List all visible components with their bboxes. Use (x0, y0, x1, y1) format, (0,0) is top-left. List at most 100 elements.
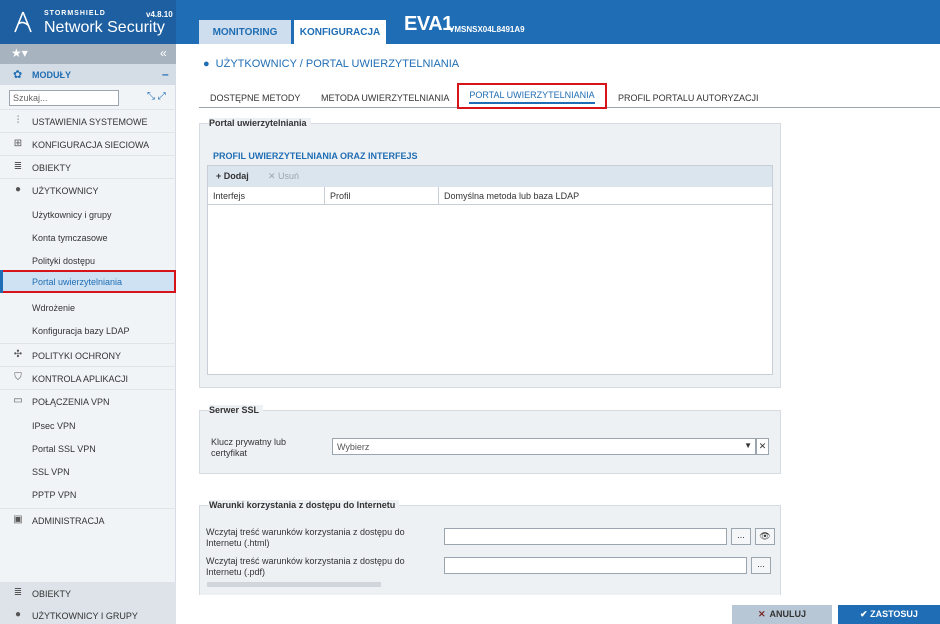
tab-portal-profile[interactable]: PROFIL PORTALU AUTORYZACJI (618, 87, 759, 108)
settings-sliders-icon: ⫶ (16, 115, 20, 126)
tab-label: PORTAL UWIERZYTELNIANIA (469, 90, 595, 104)
firewall-name: EVA1 (404, 13, 453, 35)
cancel-label: ANULUJ (769, 609, 807, 619)
sidebar-item-app-protection[interactable]: ⛉ KONTROLA APLIKACJI (0, 366, 176, 389)
sidebar-item-objects[interactable]: ≣ OBIEKTY (0, 155, 176, 178)
sidebar-sub-ssl-vpn-portal[interactable]: Portal SSL VPN (0, 437, 176, 460)
sidebar-bottom-shortcuts: ≣ OBIEKTY ● UŻYTKOWNICY I GRUPY (0, 582, 176, 624)
cancel-button[interactable]: ✕ ANULUJ (732, 605, 832, 624)
version-label: v4.8.10 (146, 10, 173, 19)
sidebar-item-security-policy[interactable]: ✣ POLITYKI OCHRONY (0, 343, 176, 366)
tab-monitoring[interactable]: MONITORING (199, 20, 291, 44)
terms-html-file-input[interactable] (444, 528, 727, 545)
browse-html-button[interactable]: ... (731, 528, 751, 545)
certificate-select[interactable]: Wybierz ▼ (332, 438, 756, 455)
remove-button[interactable]: ✕ Usuń (268, 171, 299, 182)
private-key-label: Klucz prywatny lub certyfikat (211, 437, 286, 459)
favorites-star-icon[interactable]: ★▾ (11, 46, 28, 60)
truncated-control (207, 582, 381, 587)
label-line: certyfikat (211, 448, 248, 458)
sidebar-sub-ssl-vpn[interactable]: SSL VPN (0, 460, 176, 483)
column-header[interactable]: Profil (330, 191, 351, 201)
sidebar-item-label: UŻYTKOWNICY (32, 186, 99, 196)
terms-panel-title: Warunki korzystania z dostępu do Interne… (209, 500, 400, 510)
tab-auth-method[interactable]: METODA UWIERZYTELNIANIA (321, 87, 449, 108)
page-title-text: UŻYTKOWNICY / PORTAL UWIERZYTELNIANIA (215, 58, 460, 70)
sidebar-sub-label: Polityki dostępu (32, 256, 96, 266)
modules-header[interactable]: ✿ MODUŁY – (0, 64, 176, 85)
check-icon: ✔ (860, 609, 871, 619)
sidebar-sub-label: Portal uwierzytelniania (32, 277, 123, 287)
eye-icon[interactable]: 👁 (755, 528, 775, 545)
interfaces-grid: + Dodaj ✕ Usuń Interfejs Profil Domyślna… (207, 165, 773, 375)
sidebar-sub-label: Konfiguracja bazy LDAP (32, 326, 130, 336)
close-icon: ✕ (757, 609, 766, 619)
label-line: Wczytaj treść warunków korzystania z dos… (206, 527, 405, 537)
apply-label: ZASTOSUJ (870, 609, 918, 619)
sidebar-sub-temporary-accounts[interactable]: Konta tymczasowe (0, 226, 176, 249)
vpn-icon: ▭ (13, 395, 23, 406)
sidebar-item-vpn[interactable]: ▭ POŁĄCZENIA VPN (0, 389, 176, 412)
user-icon: ● (203, 58, 210, 70)
top-bar: STORMSHIELD Network Security v4.8.10 MON… (0, 0, 940, 44)
sidebar: ★▾ « ✿ MODUŁY – ⤡ ⤢ ⫶ USTAWIENIA SYSTEMO… (0, 44, 176, 624)
shortcut-objects[interactable]: ≣ OBIEKTY (0, 582, 176, 605)
sidebar-item-system-settings[interactable]: ⫶ USTAWIENIA SYSTEMOWE (0, 109, 176, 132)
sidebar-header: ★▾ « (0, 44, 176, 64)
sidebar-sub-enrolment[interactable]: Wdrożenie (0, 296, 176, 319)
clear-button[interactable]: ✕ (756, 438, 769, 455)
column-header[interactable]: Interfejs (213, 191, 245, 201)
shortcut-label: UŻYTKOWNICY I GRUPY (32, 611, 138, 621)
grid-header: Interfejs Profil Domyślna metoda lub baz… (208, 187, 772, 205)
apply-button[interactable]: ✔ ZASTOSUJ (838, 605, 940, 624)
policy-icon: ✣ (13, 349, 23, 360)
sidebar-sub-label: Wdrożenie (32, 303, 76, 313)
minus-icon[interactable]: – (162, 67, 169, 81)
sidebar-item-label: USTAWIENIA SYSTEMOWE (32, 117, 148, 127)
firewall-serial: VMSNSX04L8491A9 (449, 25, 525, 34)
section-title: PROFIL UWIERZYTELNIANIA ORAZ INTERFEJS (213, 151, 418, 161)
sidebar-item-users[interactable]: ● UŻYTKOWNICY (0, 178, 176, 201)
sidebar-item-label: POŁĄCZENIA VPN (32, 397, 110, 407)
expand-all-icon[interactable]: ⤡ ⤢ (147, 91, 166, 102)
tab-captive-portal[interactable]: PORTAL UWIERZYTELNIANIA (457, 83, 607, 109)
sidebar-item-network[interactable]: ⊞ KONFIGURACJA SIECIOWA (0, 132, 176, 155)
add-button[interactable]: + Dodaj (216, 171, 249, 181)
database-icon: ≣ (13, 161, 23, 172)
sidebar-sub-label: SSL VPN (32, 467, 70, 477)
select-value: Wybierz (337, 442, 370, 452)
label-line: Wczytaj treść warunków korzystania z dos… (206, 556, 405, 566)
close-icon: ✕ (758, 441, 767, 451)
browse-pdf-button[interactable]: ... (751, 557, 771, 574)
sidebar-sub-ipsec-vpn[interactable]: IPsec VPN (0, 414, 176, 437)
admin-icon: ▣ (13, 514, 23, 525)
sidebar-sub-pptp-vpn[interactable]: PPTP VPN (0, 483, 176, 506)
user-icon: ● (14, 184, 22, 195)
shortcut-label: OBIEKTY (32, 589, 72, 599)
search-input[interactable] (9, 90, 119, 106)
terms-pdf-file-input[interactable] (444, 557, 747, 574)
sidebar-sub-ldap-config[interactable]: Konfiguracja bazy LDAP (0, 319, 176, 342)
add-label: Dodaj (223, 171, 249, 181)
chevron-down-icon: ▼ (744, 441, 752, 450)
sidebar-item-label: KONTROLA APLIKACJI (32, 374, 129, 384)
sidebar-sub-access-policies[interactable]: Polityki dostępu (0, 249, 176, 272)
sidebar-sub-label: Użytkownicy i grupy (32, 210, 112, 220)
label-line: Internetu (.pdf) (206, 567, 266, 577)
tab-configuration[interactable]: KONFIGURACJA (294, 20, 386, 44)
sidebar-item-label: POLITYKI OCHRONY (32, 351, 122, 361)
column-header[interactable]: Domyślna metoda lub baza LDAP (444, 191, 579, 201)
sidebar-item-label: ADMINISTRACJA (32, 516, 105, 526)
sidebar-item-administration[interactable]: ▣ ADMINISTRACJA (0, 508, 176, 531)
x-icon: ✕ (268, 171, 279, 181)
sidebar-sub-label: Konta tymczasowe (32, 233, 108, 243)
shortcut-users-groups[interactable]: ● UŻYTKOWNICY I GRUPY (0, 603, 176, 624)
ssl-panel-title: Serwer SSL (209, 405, 264, 415)
sidebar-sub-users-groups[interactable]: Użytkownicy i grupy (0, 203, 176, 226)
label-line: Internetu (.html) (206, 538, 270, 548)
portal-panel-title: Portal uwierzytelniania (209, 118, 311, 128)
tab-available-methods[interactable]: DOSTĘPNE METODY (210, 87, 300, 108)
sidebar-sub-captive-portal[interactable]: Portal uwierzytelniania (0, 270, 176, 293)
collapse-sidebar-icon[interactable]: « (160, 46, 167, 60)
label-line: Klucz prywatny lub (211, 437, 287, 447)
